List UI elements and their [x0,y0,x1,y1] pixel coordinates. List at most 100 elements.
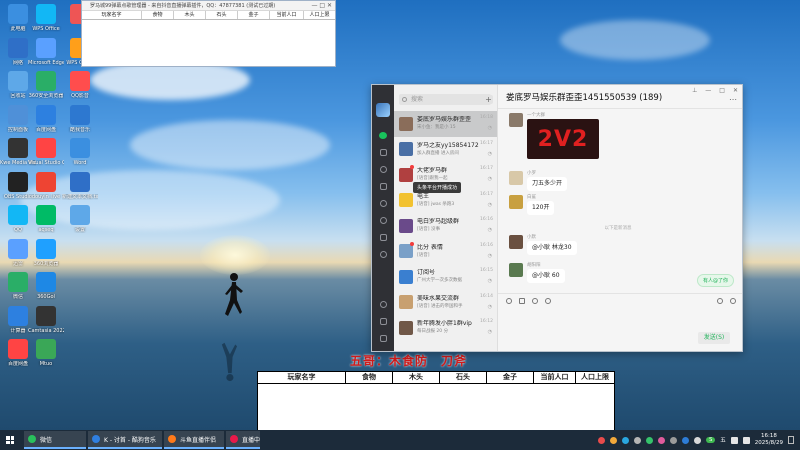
chat-pane[interactable]: 娄底罗马娱乐群歪歪1451550539 (189) ⊥ — □ ✕ ⋯ 一个大群… [498,85,742,351]
minimize-button[interactable]: — [705,87,711,94]
desktop-icon[interactable]: douyin_live [28,171,64,200]
sender-avatar[interactable] [509,195,523,209]
phone-icon[interactable] [730,297,736,304]
chat-message[interactable]: 白鲨 120开 [509,195,555,215]
chat-message[interactable]: 一个大群 2V2 [509,113,599,159]
nav-channel-icon[interactable] [372,195,394,212]
tray-app-icon[interactable] [646,436,654,444]
window-controls[interactable]: ⊥ — □ ✕ [692,87,738,94]
nav-settings-icon[interactable] [372,212,394,229]
conversation-item[interactable]: 娄底罗马娱乐群歪歪 宋小鱼：我是小 15 16:18 ◔ [394,111,497,137]
conversation-item[interactable]: 美味水果交流群 [语音] 进击的帝国和手 16:14 ◔ [394,290,497,316]
tray-app-icon[interactable] [634,436,642,444]
tray-app-icon[interactable] [610,436,618,444]
score-window-titlebar[interactable]: 罗马城99弹幕点歌管理器 - 来自抖音直播弹幕插件，QQ：47877381 (测… [82,1,335,11]
scissors-icon[interactable] [532,297,538,304]
overlay-title: 五哥：木食防 刀斧 [350,354,468,368]
tray-app-icon[interactable] [670,436,678,444]
search-input[interactable]: 搜索 [399,94,491,105]
maximize-button[interactable]: □ [719,87,725,94]
sender-avatar[interactable] [509,263,523,277]
message-bubble[interactable]: @小耿 林龙30 [527,241,577,255]
nav-game-icon[interactable] [372,229,394,246]
desktop-icon[interactable]: QQ影音 [62,71,98,99]
notification-icon[interactable] [788,436,794,444]
chat-bubble-icon[interactable] [545,297,551,304]
sender-avatar[interactable] [509,113,523,127]
sender-avatar[interactable] [509,171,523,185]
new-messages-divider: 以下是新消息 [604,226,632,231]
tray-app-icon[interactable] [682,436,690,444]
window-controls[interactable]: — □ ✕ [311,1,332,10]
start-button[interactable] [0,430,20,450]
send-button[interactable]: 发送(S) [698,332,730,344]
desktop-icon[interactable]: 新建文本文档.txt [62,171,98,200]
tray-app-icon[interactable] [622,436,630,444]
desktop-icon[interactable]: Microsoft Edge [28,37,64,66]
desktop-icon[interactable]: 百度网盘 [28,104,64,133]
desktop-icon[interactable]: 360Gol [28,272,64,300]
mute-icon: ◔ [487,227,492,233]
conversation-time: 16:18 [480,115,493,120]
add-button[interactable]: + [484,95,493,104]
chat-message[interactable]: 小罗 刀五多少开 [509,171,568,191]
score-table-header: 玩家名字 食物 木头 石头 金子 当前人口 人口上限 [82,11,335,20]
nav-link-icon[interactable] [372,296,394,313]
message-bubble[interactable]: 刀五多少开 [527,177,568,191]
tray-app-icon[interactable] [694,436,702,444]
network-icon[interactable] [730,436,738,444]
user-avatar[interactable] [376,103,390,117]
history-icon[interactable] [717,297,723,304]
desktop-icon[interactable]: aqseq [28,205,64,233]
desktop-icon[interactable]: 酷我音乐 [62,104,98,133]
image-banner[interactable]: 2V2 [527,119,599,159]
desktop-icon[interactable]: Mtuo [28,339,64,367]
conversation-item[interactable]: 比分 表情 [语音] 16:16 ◔ [394,239,497,265]
pin-icon[interactable]: ⊥ [692,87,697,94]
sender-avatar[interactable] [509,235,523,249]
ime-indicator[interactable]: 五 [720,436,726,444]
overlay-table-header: 玩家名字 食物 木头 石头 金子 当前人口 人口上限 [258,372,614,384]
taskbar-item-douyu[interactable]: 斗鱼直播伴侣 [164,431,224,449]
nav-messages-icon[interactable] [372,127,394,144]
conversation-item[interactable]: 电白罗马超级群 [语音] 没事 16:16 ◔ [394,213,497,239]
taskbar-item-kugou[interactable]: K - 讨首 - 酷狗音乐 [88,431,162,449]
emoji-icon[interactable] [506,297,512,304]
more-options-icon[interactable]: ⋯ [729,95,737,104]
desktop-icon[interactable]: Visual Studio Code [28,138,64,166]
conversation-item[interactable]: 新年腾发小胖1群vip 每日战报 20 分 16:12 ◔ [394,315,497,341]
tray-app-icon[interactable] [658,436,666,444]
close-button[interactable]: ✕ [733,87,738,94]
desktop-icon[interactable]: 设置 [62,205,98,233]
conversation-avatar [399,295,413,310]
message-bubble[interactable]: 120开 [527,201,555,215]
tray-sogou-icon[interactable]: S [706,437,716,443]
col-current-pop: 当前人口 [270,11,304,19]
clock[interactable]: 16:18 2025/8/29 [755,433,783,447]
volume-icon[interactable] [742,436,750,444]
folder-icon[interactable] [519,297,525,304]
desktop-icon[interactable]: Word [62,138,98,166]
conversation-item[interactable]: 订阅号 广州大学一次多次数据 16:15 ◔ [394,264,497,290]
nav-contacts-icon[interactable] [372,144,394,161]
message-bubble[interactable]: @小耿 60 [527,269,565,283]
desktop-icon[interactable]: 360安全浏览器 [28,71,64,99]
conversation-item[interactable]: 罗马之友yy15854172 加入群直播 进入房间 16:17 ◔ [394,137,497,163]
tray-app-icon[interactable] [598,436,606,444]
qq-window[interactable]: 搜索 + 娄底罗马娱乐群歪歪 宋小鱼：我是小 15 16:18 ◔ 罗马之友yy… [371,84,743,352]
desktop-icon[interactable]: 360浏览器 [28,238,64,267]
taskbar-item-wechat[interactable]: 微信 [24,431,86,449]
score-window[interactable]: 罗马城99弹幕点歌管理器 - 来自抖音直播弹幕插件，QQ：47877381 (测… [81,0,336,67]
nav-star-icon[interactable] [372,246,394,263]
desktop-icon[interactable]: WPS Office [28,4,64,32]
conversation-list[interactable]: 搜索 + 娄底罗马娱乐群歪歪 宋小鱼：我是小 15 16:18 ◔ 罗马之友yy… [394,85,498,351]
mention-badge[interactable]: 有人@了你 [696,274,734,287]
taskbar-item-live[interactable]: 直播中的... [226,431,260,449]
chat-message[interactable]: 小默 @小耿 林龙30 [509,235,577,255]
nav-phone-icon[interactable] [372,313,394,330]
chat-message[interactable]: 胡阳阳 @小耿 60 [509,263,565,283]
nav-history-icon[interactable] [372,161,394,178]
nav-menu-icon[interactable] [372,330,394,347]
nav-folder-icon[interactable] [372,178,394,195]
desktop-icon[interactable]: Camtasia 2022 [28,305,64,334]
